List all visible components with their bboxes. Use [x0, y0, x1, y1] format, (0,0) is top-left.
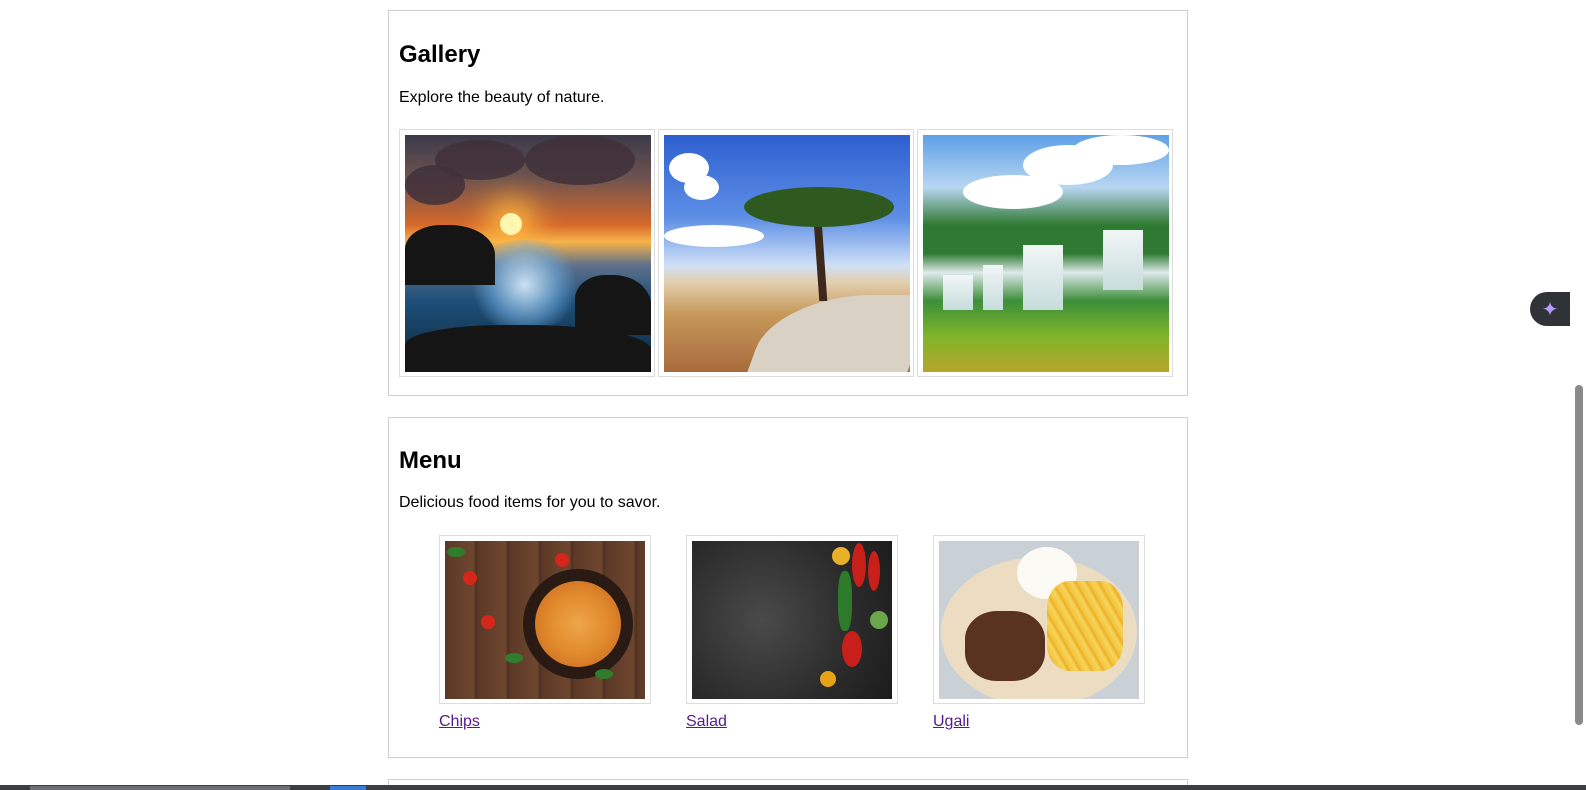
menu-image-chips	[445, 541, 645, 699]
menu-image-frame	[686, 535, 898, 704]
taskbar-item[interactable]	[30, 786, 290, 790]
menu-description: Delicious food items for you to savor.	[399, 494, 661, 511]
gallery-title: Gallery	[399, 41, 481, 68]
gallery-item	[658, 129, 914, 377]
gallery-image-waterfall	[923, 135, 1169, 372]
menu-link-chips[interactable]: Chips	[439, 713, 480, 731]
gallery-description: Explore the beauty of nature.	[399, 89, 605, 106]
menu-item: Salad	[686, 535, 898, 731]
taskbar-item-active[interactable]	[330, 786, 366, 790]
menu-image-frame	[933, 535, 1145, 704]
menu-link-salad[interactable]: Salad	[686, 713, 727, 731]
gallery-item	[399, 129, 655, 377]
menu-grid: Chips Salad Ugali	[439, 535, 1145, 731]
gallery-grid	[399, 129, 1173, 377]
menu-title: Menu	[399, 447, 462, 474]
menu-link-ugali[interactable]: Ugali	[933, 713, 969, 731]
scrollbar-thumb[interactable]	[1575, 385, 1583, 725]
gallery-image-sunset	[405, 135, 651, 372]
gallery-section: Gallery Explore the beauty of nature.	[388, 10, 1188, 396]
menu-image-frame	[439, 535, 651, 704]
menu-image-salad	[692, 541, 892, 699]
menu-item: Chips	[439, 535, 651, 731]
gallery-item	[917, 129, 1173, 377]
sparkle-button[interactable]: ✦	[1530, 292, 1570, 326]
gallery-image-tree	[664, 135, 910, 372]
menu-item: Ugali	[933, 535, 1145, 731]
sparkle-icon: ✦	[1541, 298, 1559, 321]
menu-section: Menu Delicious food items for you to sav…	[388, 417, 1188, 758]
menu-image-ugali	[939, 541, 1139, 699]
taskbar	[0, 785, 1586, 790]
